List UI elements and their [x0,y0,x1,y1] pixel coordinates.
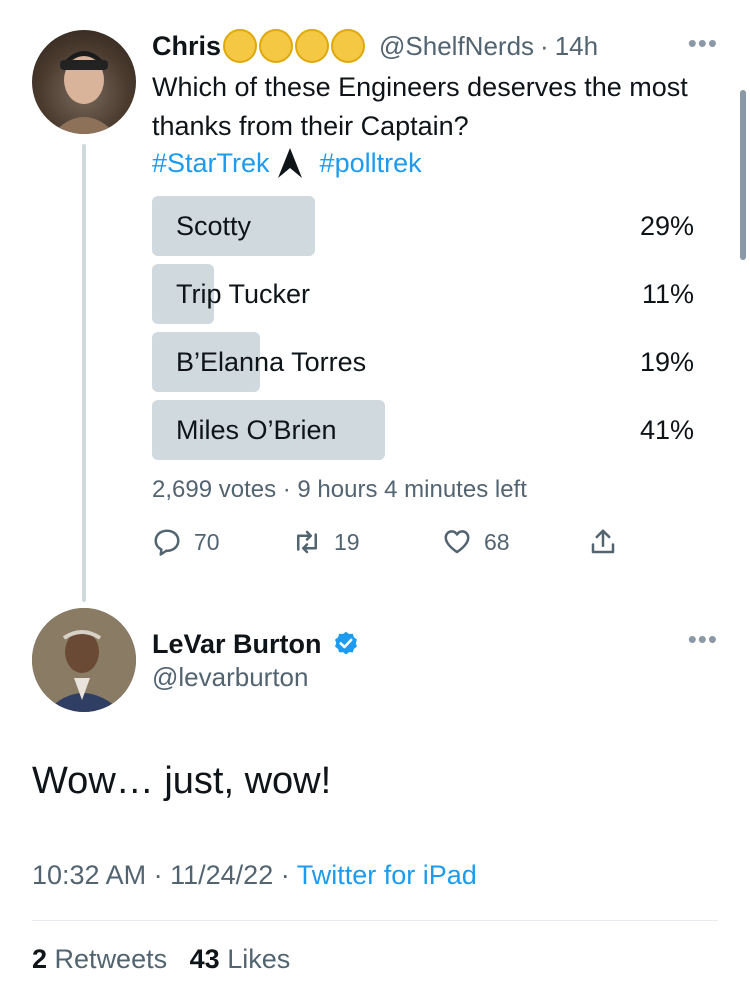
poll-footer: 2,699 votes · 9 hours 4 minutes left [152,476,527,503]
poll-option-percent: 41% [639,415,694,445]
likes-label: Likes [227,944,291,974]
author-name-emojis [223,29,366,63]
coin-emoji-icon [331,29,366,63]
hashtag-startrek[interactable]: #StarTrek [152,148,270,179]
divider [32,920,718,921]
meta-separator: · [280,860,290,890]
more-icon[interactable]: ••• [688,624,718,655]
tweet2-date[interactable]: 11/24/22 [170,860,273,890]
coin-emoji-icon [259,29,294,63]
like-icon [444,530,470,554]
poll-option-percent: 11% [641,279,694,309]
poll-option-label: Scotty [176,211,252,241]
tweet2-author-name[interactable]: LeVar Burton [152,629,322,660]
tweet2-time[interactable]: 10:32 AM [32,860,146,890]
tweet1-text: Which of these Engineers deserves the mo… [152,72,688,141]
poll-option: Scotty 29% [152,196,694,256]
tweet2-text: Wow… just, wow! [32,760,332,802]
scrollbar[interactable] [740,90,746,260]
tweet-thread-page: Chris @ShelfNerds · 14h ••• Which of the… [0,0,750,996]
header-separator: · [540,30,549,61]
likes-count: 43 [189,944,220,974]
meta-separator: · [153,860,163,890]
poll-option: Miles O’Brien 41% [152,400,694,460]
poll-option: Trip Tucker 11% [152,264,694,324]
like-button[interactable]: 68 [442,520,510,564]
tweet2-source-link[interactable]: Twitter for iPad [297,860,477,890]
tweet2-author-handle[interactable]: @levarburton [152,662,308,693]
poll-option-percent: 19% [639,347,694,377]
tweet2-author-row: LeVar Burton [152,624,360,664]
poll-option-label: Miles O’Brien [176,415,337,445]
tweet1-action-bar: 70 19 68 [152,520,622,564]
tweet1-header: Chris @ShelfNerds · 14h [152,26,598,66]
retweets-count: 2 [32,944,48,974]
starfleet-delta-icon [277,148,302,178]
share-button[interactable] [588,520,618,564]
tweet1-timestamp[interactable]: 14h [555,31,598,62]
verified-icon [334,631,357,655]
avatar-chris[interactable] [32,30,136,134]
retweet-button[interactable]: 19 [292,520,360,564]
reply-count: 70 [194,528,220,555]
likes-stat[interactable]: 43 Likes [190,944,291,974]
poll-option-percent: 29% [639,211,694,241]
avatar-levar-burton[interactable] [32,608,136,712]
coin-emoji-icon [223,29,258,63]
coin-emoji-icon [295,29,330,63]
poll-option-label: Trip Tucker [176,279,311,309]
retweets-label: Retweets [54,944,168,974]
share-icon [591,529,615,554]
tweet2-metadata: 10:32 AM · 11/24/22 · Twitter for iPad [32,860,477,891]
poll-option-label: B’Elanna Torres [176,347,367,377]
tweet1-author-handle[interactable]: @ShelfNerds [379,31,534,62]
thread-connector-line [82,144,86,602]
retweet-icon [297,530,317,554]
reply-icon [154,529,180,556]
like-count: 68 [484,528,510,555]
tweet1-author-name[interactable]: Chris [152,31,221,62]
tweet2-stats: 2 Retweets 43 Likes [32,944,290,975]
hashtag-polltrek[interactable]: #polltrek [320,148,422,179]
poll-option: B’Elanna Torres 19% [152,332,694,392]
more-icon[interactable]: ••• [688,28,718,59]
retweets-stat[interactable]: 2 Retweets [32,944,167,974]
reply-button[interactable]: 70 [152,520,220,564]
retweet-count: 19 [334,528,360,555]
tweet1-hashtags: #StarTrek #polltrek [152,144,422,182]
